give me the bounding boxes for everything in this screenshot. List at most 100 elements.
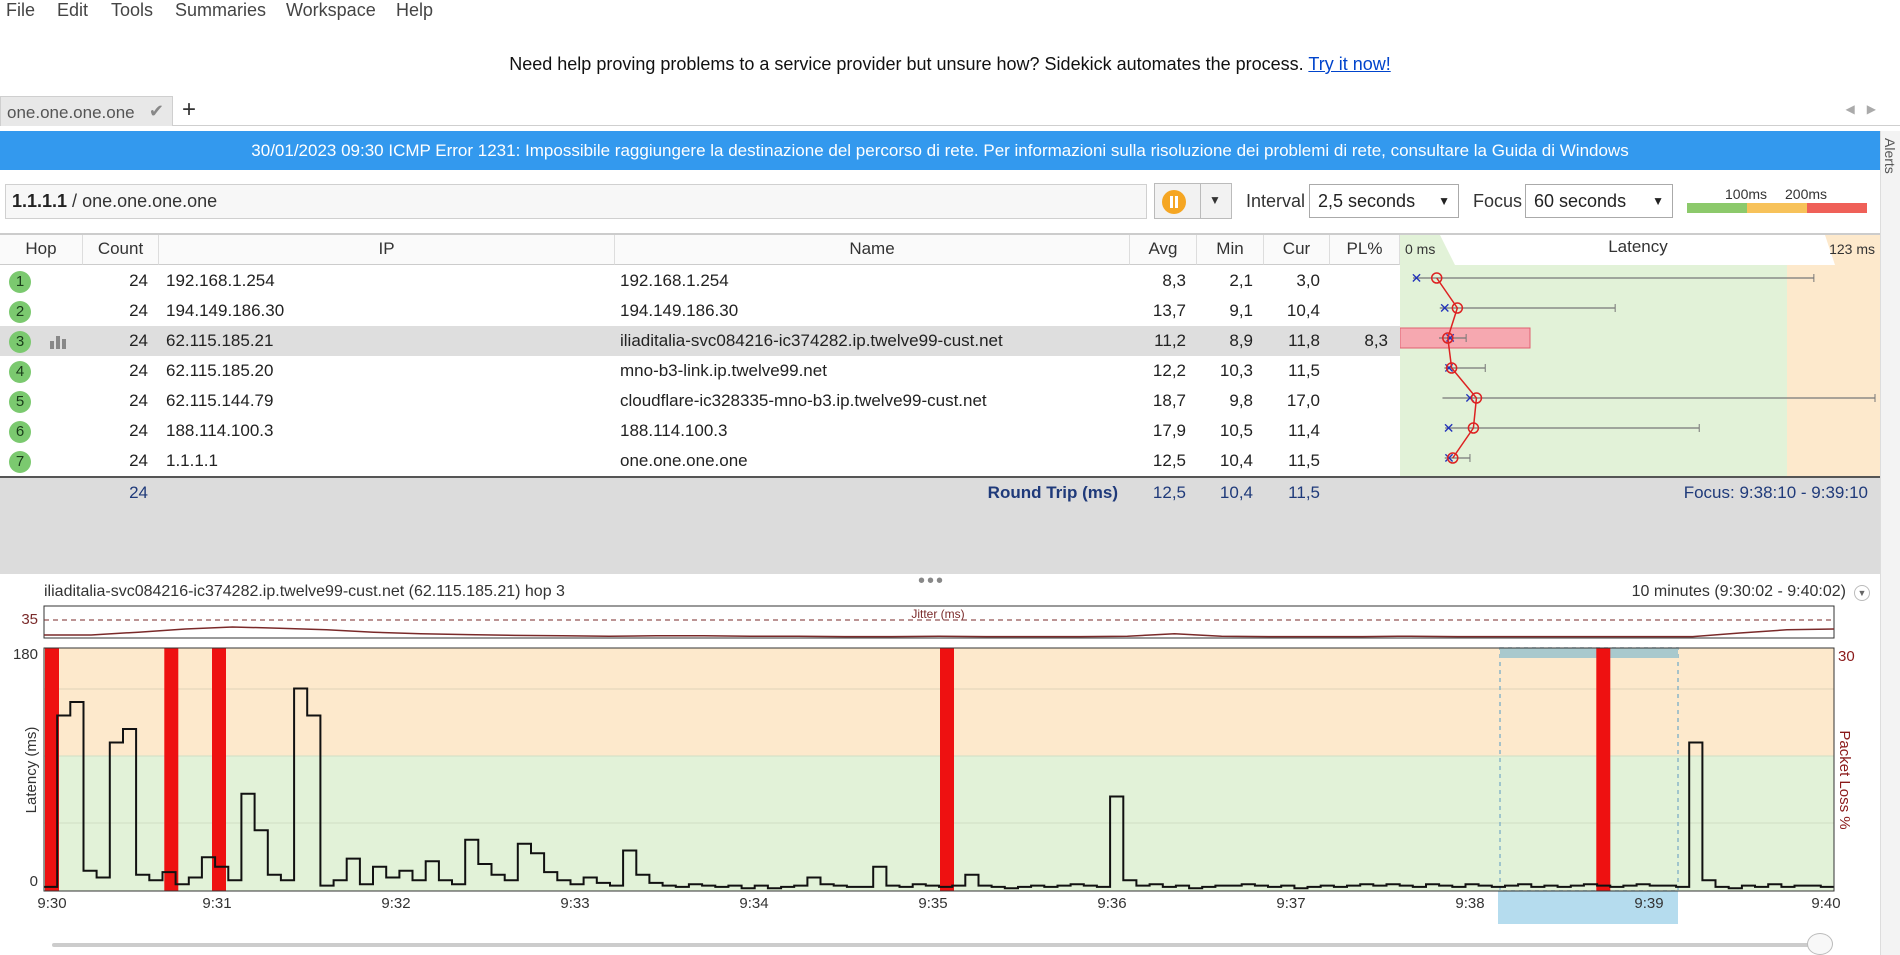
check-icon: ✔ bbox=[148, 101, 164, 121]
pause-button[interactable]: ▼ bbox=[1154, 183, 1232, 219]
focus-label: Focus bbox=[1473, 191, 1523, 211]
target-field[interactable]: 1.1.1.1 / one.one.one.one bbox=[5, 184, 1147, 219]
chevron-down-icon: ▼ bbox=[1652, 194, 1664, 208]
time-scrollbar-track[interactable] bbox=[52, 943, 1832, 947]
detail-range[interactable]: 10 minutes (9:30:02 - 9:40:02) bbox=[1632, 583, 1846, 601]
cur-cell: 11,5 bbox=[1288, 451, 1320, 470]
table-row[interactable]: 4 24 62.115.185.20 mno-b3-link.ip.twelve99.… bbox=[0, 356, 1400, 386]
ip-cell: 188.114.100.3 bbox=[166, 421, 274, 440]
lat-min-label: 0 ms bbox=[1405, 241, 1435, 257]
menu-file[interactable]: File bbox=[6, 0, 35, 21]
alerts-side-label[interactable]: Alerts bbox=[1882, 138, 1898, 174]
min-cell: 10,3 bbox=[1219, 361, 1253, 380]
focus-selection-top bbox=[1500, 648, 1678, 658]
time-scrollbar-thumb[interactable] bbox=[1807, 933, 1833, 955]
arrow-right-icon[interactable]: ▶ bbox=[1867, 102, 1888, 116]
table-row[interactable]: 5 24 62.115.144.79 cloudflare-ic328335-mno-… bbox=[0, 386, 1400, 416]
menu-workspace[interactable]: Workspace bbox=[286, 0, 376, 21]
menu-tools[interactable]: Tools bbox=[111, 0, 153, 21]
col-pl[interactable]: PL% bbox=[1330, 235, 1400, 265]
hop-latency-graph: 0 ms Latency 123 ms ✕✕✕✕✕✕✕ bbox=[1400, 235, 1880, 476]
menu-help[interactable]: Help bbox=[396, 0, 433, 21]
avg-cell: 18,7 bbox=[1152, 391, 1186, 410]
pause-icon[interactable] bbox=[1162, 190, 1186, 214]
count-cell: 24 bbox=[129, 301, 148, 320]
latency-history-chart[interactable]: 35 Jitter (ms) 180 0 Latency (ms) 30 Pac… bbox=[0, 600, 1880, 930]
x-tick-label: 9:36 bbox=[1097, 895, 1126, 912]
x-tick-label: 9:30 bbox=[37, 895, 66, 912]
lat-zone-warn bbox=[1787, 265, 1880, 476]
avg-cell: 12,2 bbox=[1152, 361, 1186, 380]
chevron-down-icon: ▼ bbox=[1438, 194, 1450, 208]
rt-focus: Focus: 9:38:10 - 9:39:10 bbox=[1683, 483, 1868, 502]
table-row[interactable]: 1 24 192.168.1.254 192.168.1.254 8,3 2,1 3,0 bbox=[0, 266, 1400, 296]
legend-100ms: 100ms bbox=[1725, 186, 1768, 202]
pl-cell bbox=[1330, 386, 1388, 416]
focus-select[interactable]: 60 seconds ▼ bbox=[1525, 184, 1673, 218]
alert-banner[interactable]: 30/01/2023 09:30 ICMP Error 1231: Imposs… bbox=[0, 131, 1880, 170]
table-row[interactable]: 2 24 194.149.186.30 194.149.186.30 13,7 9,1 10… bbox=[0, 296, 1400, 326]
latency-legend-bar bbox=[1687, 203, 1867, 213]
x-tick-label: 9:39 bbox=[1634, 895, 1663, 912]
y2-max-label: 30 bbox=[1838, 648, 1855, 665]
chart-bars-icon[interactable] bbox=[50, 335, 68, 349]
ip-cell: 62.115.185.21 bbox=[166, 331, 274, 350]
add-tab-icon[interactable]: + bbox=[182, 96, 196, 124]
pl-cell bbox=[1330, 356, 1388, 386]
name-cell: cloudflare-ic328335-mno-b3.ip.twelve99-c… bbox=[620, 391, 987, 410]
y-max-label: 180 bbox=[13, 646, 38, 663]
min-cell: 10,4 bbox=[1219, 451, 1253, 470]
promo-link[interactable]: Try it now! bbox=[1308, 54, 1390, 74]
col-cur[interactable]: Cur bbox=[1264, 235, 1330, 265]
x-tick-label: 9:33 bbox=[560, 895, 589, 912]
menu-summaries[interactable]: Summaries bbox=[175, 0, 266, 21]
ip-cell: 194.149.186.30 bbox=[166, 301, 285, 320]
target-separator: / bbox=[67, 191, 83, 211]
x-tick-label: 9:34 bbox=[739, 895, 768, 912]
col-hop[interactable]: Hop bbox=[0, 235, 83, 265]
count-cell: 24 bbox=[129, 271, 148, 290]
interval-select[interactable]: 2,5 seconds ▼ bbox=[1309, 184, 1459, 218]
hop-number: 4 bbox=[9, 361, 31, 383]
chevron-down-icon[interactable]: ▼ bbox=[1854, 585, 1870, 601]
x-tick-label: 9:31 bbox=[202, 895, 231, 912]
alerts-side-panel[interactable] bbox=[1880, 131, 1900, 955]
pl-cell bbox=[1330, 446, 1388, 476]
hop-number: 5 bbox=[9, 391, 31, 413]
min-cell: 10,5 bbox=[1219, 421, 1253, 440]
table-row[interactable]: 6 24 188.114.100.3 188.114.100.3 17,9 10,5 11,… bbox=[0, 416, 1400, 446]
count-cell: 24 bbox=[129, 451, 148, 470]
x-tick-label: 9:37 bbox=[1276, 895, 1305, 912]
col-avg[interactable]: Avg bbox=[1130, 235, 1197, 265]
col-count[interactable]: Count bbox=[83, 235, 159, 265]
cur-cell: 3,0 bbox=[1296, 271, 1320, 290]
hop-number: 7 bbox=[9, 451, 31, 473]
col-ip[interactable]: IP bbox=[159, 235, 615, 265]
table-row[interactable]: 7 24 1.1.1.1 one.one.one.one 12,5 10,4 11,5 bbox=[0, 446, 1400, 476]
splitter-handle[interactable]: ••• bbox=[918, 570, 945, 593]
table-row[interactable]: 3 24 62.115.185.21 iliaditalia-svc084216-ic… bbox=[0, 326, 1400, 356]
menu-edit[interactable]: Edit bbox=[57, 0, 88, 21]
tab-one-one-one-one[interactable]: one.one.one.one ✔ bbox=[0, 96, 173, 126]
hop-number: 2 bbox=[9, 301, 31, 323]
interval-value: 2,5 seconds bbox=[1318, 191, 1416, 211]
name-cell: iliaditalia-svc084216-ic374282.ip.twelve… bbox=[620, 331, 1003, 350]
lat-max-label: 123 ms bbox=[1829, 241, 1875, 257]
ip-cell: 1.1.1.1 bbox=[166, 451, 218, 470]
hop-number: 3 bbox=[9, 331, 31, 353]
arrow-left-icon[interactable]: ◀ bbox=[1846, 102, 1867, 116]
col-min[interactable]: Min bbox=[1197, 235, 1264, 265]
count-cell: 24 bbox=[129, 361, 148, 380]
interval-label: Interval bbox=[1246, 191, 1306, 211]
avg-cell: 17,9 bbox=[1152, 421, 1186, 440]
cur-cell: 11,4 bbox=[1288, 421, 1320, 440]
pl-cell bbox=[1330, 416, 1388, 446]
packet-loss-bar bbox=[1596, 648, 1611, 891]
packet-loss-bar bbox=[940, 648, 954, 891]
current-marker: ✕ bbox=[1464, 390, 1476, 406]
chevron-down-icon[interactable]: ▼ bbox=[1209, 193, 1221, 207]
avg-cell: 11,2 bbox=[1154, 331, 1186, 350]
tab-scroll-arrows[interactable]: ◀▶ bbox=[1846, 102, 1888, 116]
col-name[interactable]: Name bbox=[615, 235, 1130, 265]
min-cell: 8,9 bbox=[1229, 331, 1253, 350]
